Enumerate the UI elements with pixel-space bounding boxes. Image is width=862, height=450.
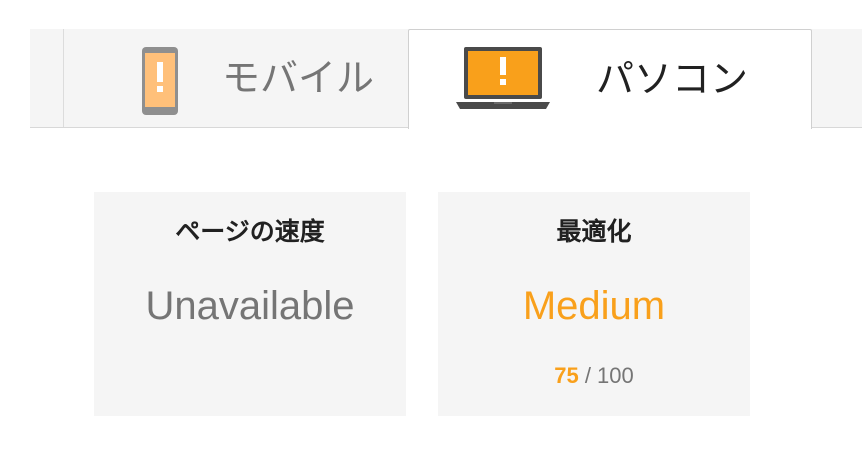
device-tab-bar: モバイル パソコン xyxy=(30,29,862,129)
optimization-score-value: 75 xyxy=(554,363,579,388)
page-speed-value: Unavailable xyxy=(145,284,355,328)
tab-mobile-label: モバイル xyxy=(222,56,375,100)
optimization-score-max: / 100 xyxy=(584,363,634,388)
optimization-card: 最適化 Medium 75 / 100 xyxy=(438,192,750,416)
tab-desktop[interactable]: パソコン xyxy=(408,29,812,129)
laptop-warning-icon xyxy=(456,47,550,111)
optimization-title: 最適化 xyxy=(556,217,632,246)
mobile-warning-icon xyxy=(140,45,180,117)
tab-desktop-label: パソコン xyxy=(596,57,749,101)
tab-mobile[interactable]: モバイル xyxy=(64,29,408,128)
optimization-value: Medium xyxy=(522,284,666,328)
page-speed-card: ページの速度 Unavailable xyxy=(94,192,406,416)
optimization-score: 75 / 100 xyxy=(438,363,750,389)
page-speed-title: ページの速度 xyxy=(175,217,325,246)
